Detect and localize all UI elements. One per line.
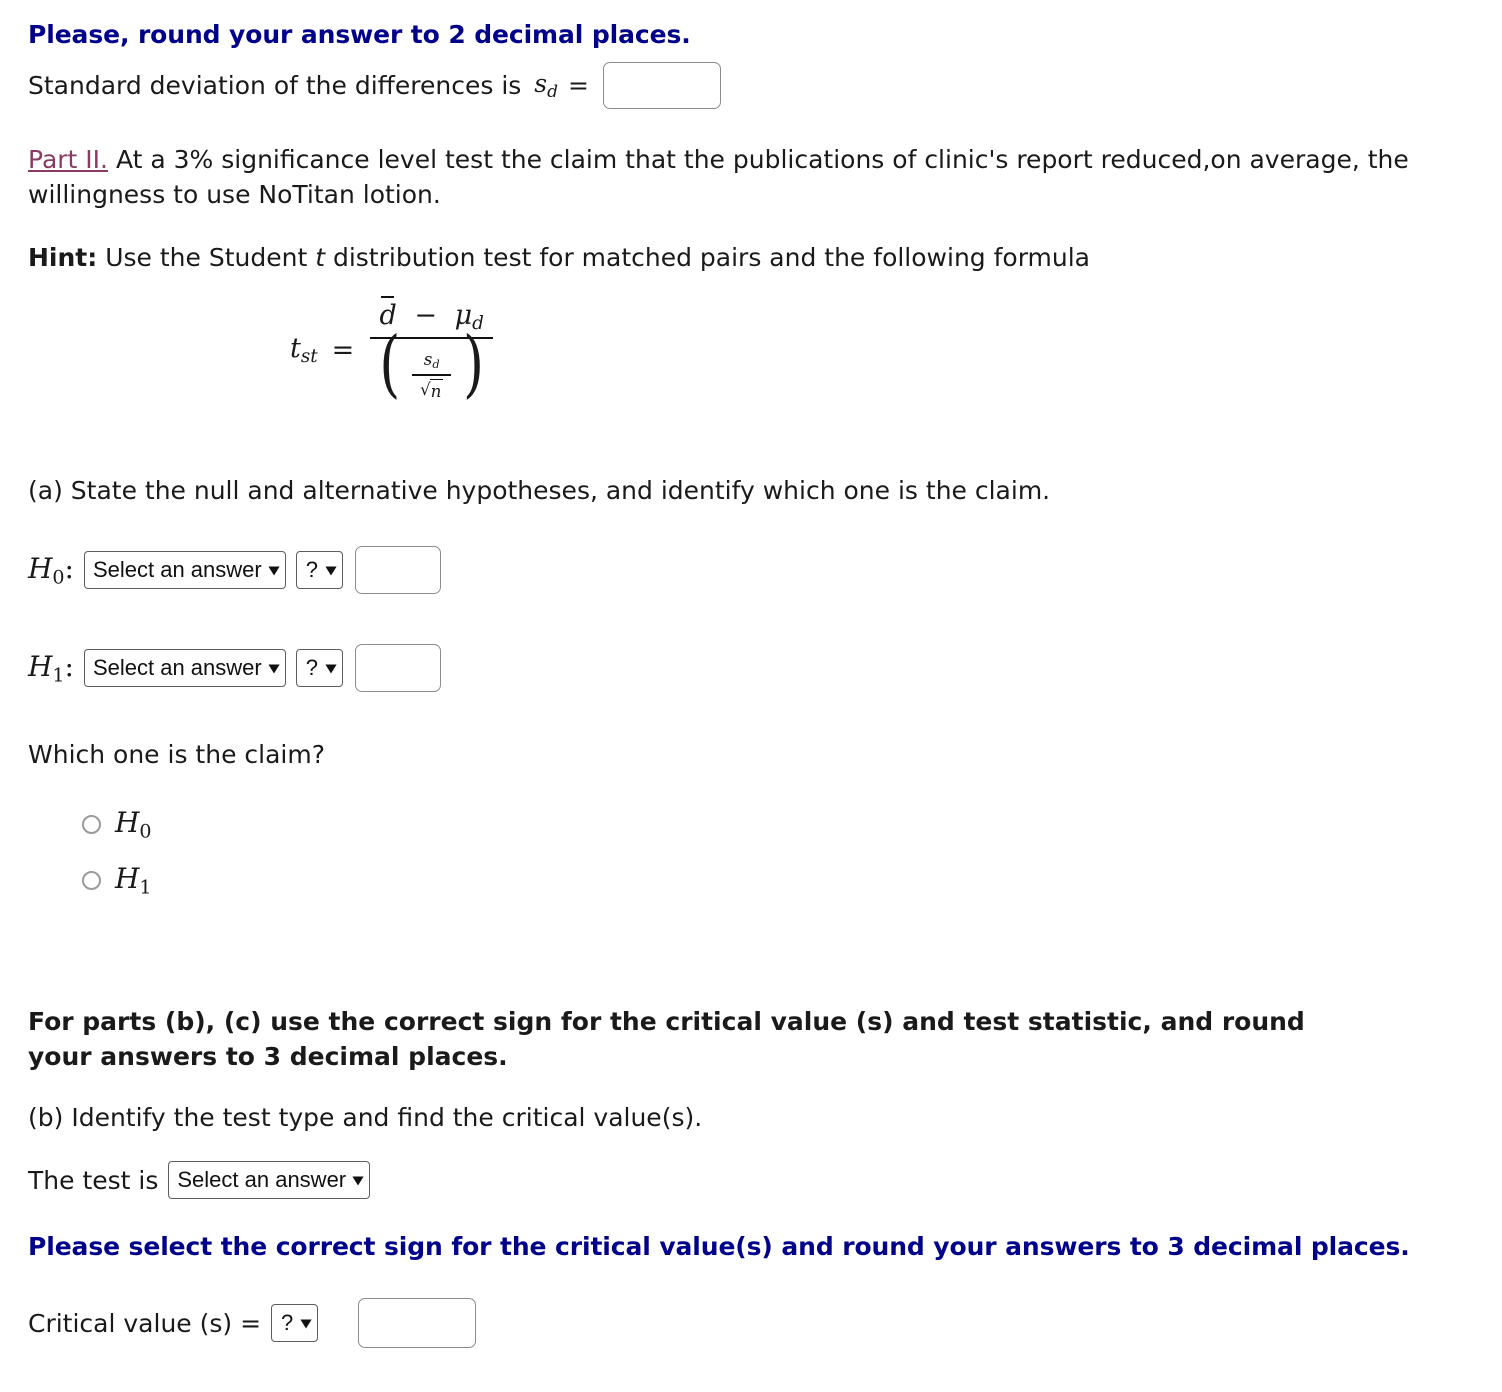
- radio-h1[interactable]: [82, 870, 101, 890]
- claim-option-h0-label: H0: [115, 806, 152, 843]
- chevron-down-icon: ▾: [326, 562, 337, 579]
- part-two-link[interactable]: Part II.: [28, 145, 108, 174]
- h0-parameter-select[interactable]: Select an answer ▾: [83, 551, 286, 589]
- radio-h0[interactable]: [82, 814, 101, 834]
- h0-parameter-select-value: Select an answer: [92, 557, 262, 582]
- h0-sign-select[interactable]: ? ▾: [295, 551, 344, 589]
- part-b-prompt: (b) Identify the test type and find the …: [28, 1103, 703, 1132]
- sd-input[interactable]: [602, 62, 721, 109]
- formula-lhs: tst: [290, 333, 318, 368]
- paren-open: (: [379, 321, 401, 407]
- claim-question: Which one is the claim?: [28, 740, 325, 769]
- test-type-row: The test is Select an answer ▾: [28, 1161, 371, 1199]
- part-two-paragraph: Part II. At a 3% significance level test…: [28, 142, 1448, 212]
- h1-label: H1:: [28, 649, 74, 687]
- test-is-label: The test is: [28, 1165, 159, 1195]
- h0-label: H0:: [28, 551, 74, 589]
- formula-fraction: d − μd ( sd √ n ): [370, 296, 494, 401]
- sd-symbol: sd: [534, 69, 559, 102]
- parts-bc-note: For parts (b), (c) use the correct sign …: [28, 1007, 1305, 1071]
- chevron-down-icon: ▾: [301, 1315, 312, 1332]
- chevron-down-icon: ▾: [268, 562, 279, 579]
- hint-text-after: distribution test for matched pairs and …: [332, 243, 1090, 272]
- test-type-select[interactable]: Select an answer ▾: [168, 1161, 371, 1199]
- h1-sign-select[interactable]: ? ▾: [295, 649, 344, 687]
- formula-equals: =: [331, 334, 355, 366]
- rounding-note-top: Please, round your answer to 2 decimal p…: [28, 20, 691, 49]
- claim-option-h1-label: H1: [115, 862, 152, 899]
- hint-text-before: Use the Student: [105, 243, 308, 272]
- h0-value-input[interactable]: [355, 546, 442, 594]
- critical-value-label: Critical value (s) =: [28, 1308, 262, 1338]
- h0-row: H0: Select an answer ▾ ? ▾: [28, 546, 442, 594]
- sd-row: Standard deviation of the differences is…: [28, 62, 721, 109]
- h1-row: H1: Select an answer ▾ ? ▾: [28, 644, 442, 692]
- critical-value-sign-select[interactable]: ? ▾: [271, 1304, 319, 1342]
- h1-parameter-select[interactable]: Select an answer ▾: [83, 649, 286, 687]
- sd-equals: =: [568, 71, 589, 100]
- h0-sign-select-value: ?: [305, 557, 319, 582]
- claim-option-h0[interactable]: H0: [82, 806, 152, 842]
- h1-value-input[interactable]: [355, 644, 442, 692]
- chevron-down-icon: ▾: [326, 660, 337, 677]
- critical-sign-note: Please select the correct sign for the c…: [28, 1232, 1410, 1261]
- worksheet-page: Please, round your answer to 2 decimal p…: [0, 0, 1502, 1392]
- test-type-select-value: Select an answer: [177, 1167, 347, 1192]
- part-two-text: At a 3% significance level test the clai…: [28, 145, 1409, 209]
- h1-parameter-select-value: Select an answer: [92, 655, 262, 680]
- chevron-down-icon: ▾: [353, 1172, 364, 1189]
- critical-value-input[interactable]: [358, 1298, 477, 1348]
- inner-numerator: sd: [423, 348, 440, 371]
- hint-line: Hint: Use the Student t distribution tes…: [28, 240, 1090, 275]
- claim-option-h1[interactable]: H1: [82, 862, 152, 898]
- critical-value-sign-value: ?: [281, 1310, 294, 1335]
- sd-label: Standard deviation of the differences is: [28, 71, 522, 100]
- formula-minus: −: [414, 300, 437, 331]
- hint-italic-symbol: t: [315, 243, 326, 272]
- critical-value-row: Critical value (s) = ? ▾: [28, 1298, 477, 1348]
- paren-close: ): [463, 321, 485, 407]
- part-a-prompt: (a) State the null and alternative hypot…: [28, 476, 1051, 505]
- inner-fraction: sd √ n: [411, 348, 452, 401]
- chevron-down-icon: ▾: [268, 660, 279, 677]
- inner-denominator-sqrt: √ n: [419, 378, 444, 401]
- test-statistic-formula: tst = d − μd ( sd √ n ): [290, 296, 495, 401]
- hint-label: Hint:: [28, 243, 98, 272]
- formula-denominator: ( sd √ n ): [370, 327, 493, 401]
- h1-sign-select-value: ?: [305, 655, 319, 680]
